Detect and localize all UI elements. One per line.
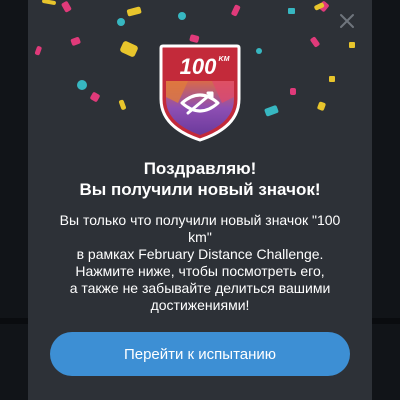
dialog-body-line: Нажмите ниже, чтобы посмотреть его,: [75, 263, 325, 279]
dialog-title-line1: Поздравляю!: [143, 159, 257, 178]
dialog-body-line: km": [188, 229, 212, 245]
badge-earned-dialog: 100 KM Поздравляю! Вы получили новый зна…: [28, 0, 372, 400]
dialog-title-line2: Вы получили новый значок!: [79, 180, 321, 199]
dialog-body-line: а также не забывайте делиться вашими: [69, 280, 331, 296]
badge-100km: 100 KM: [159, 44, 241, 142]
dialog-body-line: достижениями!: [150, 297, 250, 313]
badge-unit: KM: [219, 56, 230, 63]
dialog-body-line: в рамках February Distance Challenge.: [76, 246, 324, 262]
dialog-body-line: Вы только что получили новый значок "100: [59, 212, 341, 228]
close-button[interactable]: [336, 10, 358, 32]
close-icon: [340, 14, 354, 28]
go-to-challenge-button[interactable]: Перейти к испытанию: [50, 332, 350, 376]
badge-label: 100: [180, 54, 217, 79]
